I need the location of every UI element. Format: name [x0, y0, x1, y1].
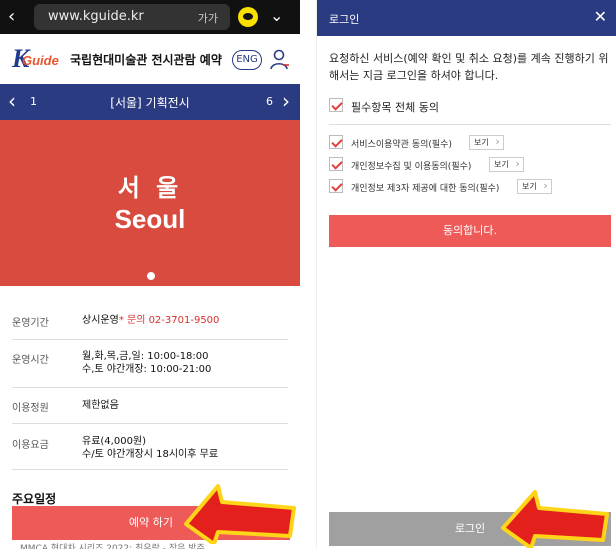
info-row-period: 운영기간 상시운영* 문의 02-3701-9500	[12, 300, 288, 340]
url-text: www.kguide.kr	[48, 9, 144, 24]
info-key: 이용요금	[12, 440, 49, 451]
third-party-view-button[interactable]: 보기	[517, 179, 552, 194]
browser-address-bar: ‹ www.kguide.kr 가가 ⌄	[0, 0, 300, 34]
privacy-collect-checkbox[interactable]	[329, 157, 343, 171]
hero-title-ko: 서 울	[117, 174, 183, 202]
agree-all-checkbox[interactable]	[329, 98, 343, 112]
kguide-logo[interactable]: K Guide	[12, 44, 64, 73]
info-value: 상시운영* 문의 02-3701-9500	[82, 315, 220, 326]
chevron-down-icon[interactable]: ⌄	[270, 6, 283, 25]
terms-label: 서비스이용약관 동의(필수)	[351, 140, 452, 150]
terms-view-button[interactable]: 보기	[469, 135, 504, 150]
info-row-fee: 이용요금 유료(4,000원) 수/토 야간개장시 18시이후 무료	[12, 424, 288, 470]
info-key: 운영시간	[12, 355, 49, 366]
user-icon[interactable]	[270, 49, 290, 71]
schedule-heading: 주요일정	[12, 492, 57, 506]
back-icon[interactable]: ‹	[8, 6, 15, 27]
info-row-capacity: 이용정원 제한없음	[12, 388, 288, 424]
left-phone-screen: ‹ www.kguide.kr 가가 ⌄ K Guide 국립현대미술관 전시관…	[0, 0, 300, 549]
url-field[interactable]: www.kguide.kr 가가	[34, 4, 230, 30]
arrow-pointer-icon	[501, 490, 609, 548]
next-page-number: 6	[266, 95, 273, 108]
hero-banner[interactable]: 서 울 Seoul	[0, 120, 300, 286]
site-title: 국립현대미술관 전시관람 예약	[70, 53, 222, 67]
hero-title-en: Seoul	[114, 204, 186, 234]
privacy-collect-label: 개인정보수집 및 이용동의(필수)	[351, 162, 472, 172]
info-value: 유료(4,000원) 수/토 야간개장시 18시이후 무료	[82, 436, 219, 460]
login-modal-header: 로그인 ✕	[317, 0, 616, 36]
nav-title: [서울] 기획전시	[110, 96, 190, 110]
divider	[329, 124, 611, 125]
kakao-talk-icon[interactable]	[238, 7, 258, 27]
site-header: K Guide 국립현대미술관 전시관람 예약 ENG	[0, 40, 300, 80]
third-party-checkbox[interactable]	[329, 179, 343, 193]
carousel-dot[interactable]	[147, 272, 155, 280]
right-phone-screen: 로그인 ✕ 요청하신 서비스(예약 확인 및 취소 요청)를 계속 진행하기 위…	[316, 0, 616, 549]
info-row-hours: 운영시간 월,화,목,금,일: 10:00-18:00 수,토 야간개장: 10:…	[12, 340, 288, 388]
info-value: 월,화,목,금,일: 10:00-18:00 수,토 야간개장: 10:00-21…	[82, 351, 212, 375]
terms-checkbox[interactable]	[329, 135, 343, 149]
agree-all-label[interactable]: 필수항목 전체 동의	[351, 99, 439, 115]
modal-title: 로그인	[329, 13, 360, 26]
third-party-label: 개인정보 제3자 제공에 대한 동의(필수)	[351, 184, 500, 194]
next-arrow-icon[interactable]: ›	[282, 89, 290, 113]
close-icon[interactable]: ✕	[594, 7, 607, 26]
login-message: 요청하신 서비스(예약 확인 및 취소 요청)를 계속 진행하기 위해서는 지금…	[329, 52, 609, 82]
text-size-button[interactable]: 가가	[198, 10, 218, 26]
exhibition-nav-bar: ‹ 1 [서울] 기획전시 6 ›	[0, 84, 300, 120]
privacy-collect-view-button[interactable]: 보기	[489, 157, 524, 172]
info-key: 이용정원	[12, 403, 49, 414]
logo-guide: Guide	[22, 53, 59, 68]
agree-button[interactable]: 동의합니다.	[329, 215, 611, 247]
contact-phone: 문의 02-3701-9500	[123, 315, 220, 326]
info-value: 제한없음	[82, 400, 119, 411]
arrow-pointer-icon	[184, 484, 296, 544]
info-key: 운영기간	[12, 318, 49, 329]
language-eng-button[interactable]: ENG	[232, 50, 262, 70]
